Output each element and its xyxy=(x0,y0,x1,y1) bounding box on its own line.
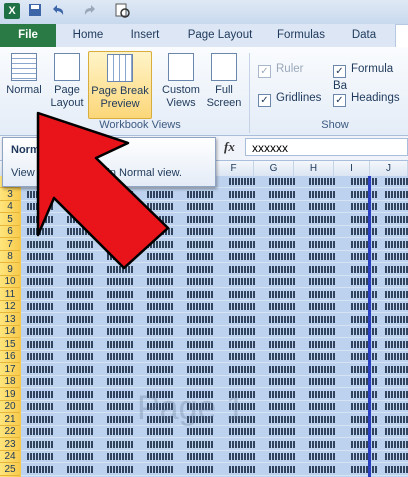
red-arrow-annotation xyxy=(36,111,170,270)
